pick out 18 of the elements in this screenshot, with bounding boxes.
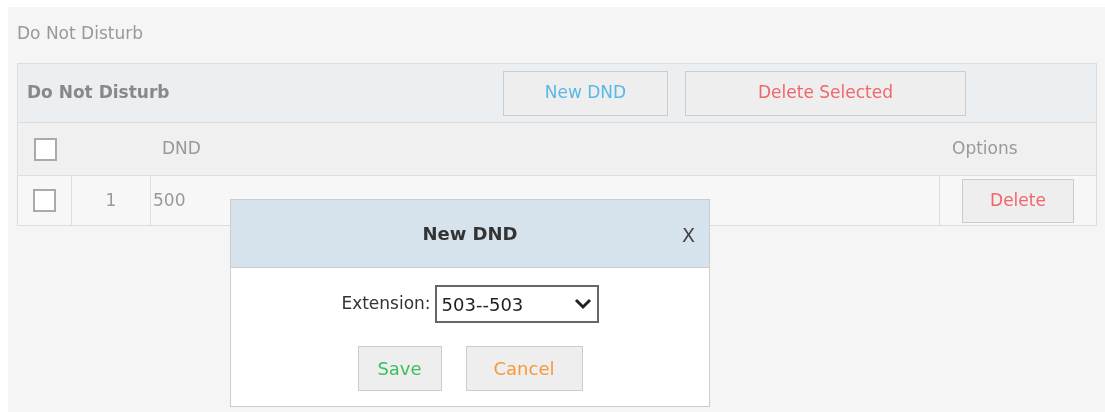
dialog-title: New DND xyxy=(422,222,518,246)
new-button[interactable]: New DND xyxy=(503,70,668,116)
table-cell-text: 500 xyxy=(153,188,186,212)
row-checkbox[interactable] xyxy=(33,189,56,212)
save-button[interactable]: Save xyxy=(357,346,442,391)
field-label: Extension: xyxy=(341,292,431,316)
table-title: Do Not Disturb xyxy=(27,81,171,105)
column-header: DND xyxy=(162,137,202,161)
page-title: Do Not Disturb xyxy=(17,22,143,45)
delete-button[interactable]: Delete xyxy=(962,178,1074,223)
cancel-button[interactable]: Cancel xyxy=(465,346,583,391)
chevron-down-icon xyxy=(573,298,592,310)
extension-select[interactable]: 503--503 xyxy=(434,285,599,323)
delete-selected-button[interactable]: Delete Selected xyxy=(685,70,966,116)
close-button[interactable]: X xyxy=(681,221,695,250)
column-header: Options xyxy=(952,137,1018,161)
table-cell-text: 1 xyxy=(105,188,117,212)
select-all-checkbox[interactable] xyxy=(33,137,57,161)
